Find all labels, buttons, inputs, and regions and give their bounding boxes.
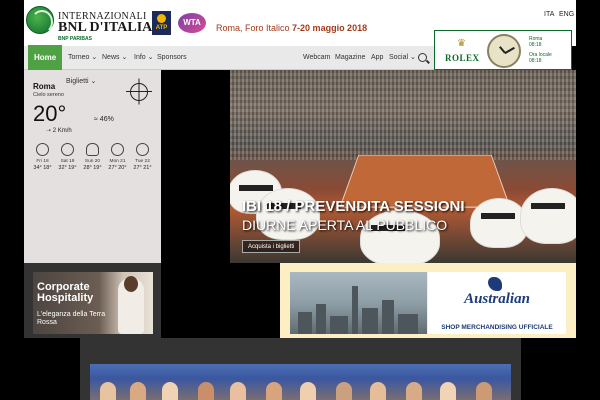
person-shape	[336, 382, 352, 400]
forecast-temps: 28° 19°	[83, 165, 102, 171]
person-shape	[370, 382, 386, 400]
building-shape	[316, 304, 326, 334]
forecast-day: Tue 22 27° 21°	[130, 143, 155, 171]
wind-value: 2 Km/h	[52, 128, 72, 134]
building-shape	[398, 314, 418, 334]
crowd-image	[230, 70, 576, 160]
forecast-temps: 32° 19°	[58, 165, 77, 171]
forecast-day-label: Mon 21	[109, 159, 126, 164]
clock-icon	[487, 34, 521, 68]
shop-brand: Australian	[464, 291, 530, 307]
chevron-down-icon: ⌄	[90, 78, 97, 85]
person-shape	[100, 382, 116, 400]
sun-icon	[136, 143, 149, 156]
tennis-ball-logo-icon[interactable]	[26, 6, 54, 34]
hospitality-banner[interactable]: Corporate Hospitality L'eleganza della T…	[33, 272, 153, 334]
weather-city: Roma	[33, 82, 56, 91]
rolex-brand: ROLEX	[445, 53, 480, 63]
woman-image	[118, 276, 144, 334]
crown-icon: ♛	[457, 38, 466, 49]
wind-icon: ➝	[46, 128, 52, 134]
sun-icon	[126, 83, 152, 101]
tickets-dropdown[interactable]: Biglietti ⌄	[66, 77, 96, 85]
forecast-day: Mon 21 27° 20°	[105, 143, 130, 171]
forecast-temps: 34° 18°	[33, 165, 52, 171]
forecast-day-label: Tue 22	[135, 159, 150, 164]
tz1-time: 08:18	[529, 42, 542, 48]
humidity-icon: ≈	[94, 116, 98, 123]
cloud-icon	[86, 143, 99, 156]
logo-line2[interactable]: BNL D'ITALIA	[58, 20, 152, 36]
atp-logo[interactable]: ATP	[152, 11, 171, 35]
person-shape	[406, 382, 422, 400]
australian-shop-banner[interactable]: Australian SHOP MERCHANDISING UFFICIALE	[428, 272, 566, 334]
weather-humidity: ≈ 46%	[94, 116, 114, 123]
forecast-temps: 27° 20°	[108, 165, 127, 171]
search-icon[interactable]	[418, 53, 427, 62]
hospitality-title[interactable]: Corporate Hospitality	[37, 282, 117, 304]
person-shape	[130, 382, 146, 400]
event-info: Roma, Foro Italico 7-20 maggio 2018	[216, 23, 367, 33]
forecast-day-label: Sun 20	[84, 159, 101, 164]
sun-icon	[61, 143, 74, 156]
person-shape	[230, 382, 246, 400]
weather-temperature: 20°	[33, 101, 67, 126]
tz2-time: 08:18	[529, 58, 542, 64]
rolex-clock-widget[interactable]: ♛ ROLEX Roma 08:18 Ora locale 08:18	[434, 30, 572, 70]
nav-info[interactable]: Info ⌄	[134, 46, 154, 70]
crowd-photo[interactable]	[90, 364, 511, 400]
tickets-label: Biglietti	[66, 78, 89, 85]
person-shape	[440, 382, 456, 400]
main-nav: Home Torneo ⌄ News ⌄ Info ⌄ Sponsors Web…	[24, 45, 434, 70]
nav-sponsors[interactable]: Sponsors	[157, 46, 187, 70]
wta-logo[interactable]: WTA	[178, 13, 206, 33]
building-shape	[352, 286, 358, 334]
building-shape	[330, 316, 348, 334]
building-shape	[362, 308, 378, 334]
hospitality-subtitle[interactable]: L'eleganza della Terra Rossa	[37, 311, 117, 327]
forecast-temps: 27° 21°	[133, 165, 152, 171]
nav-social[interactable]: Social ⌄	[389, 46, 416, 70]
hero-title[interactable]: IBI 18 / PREVENDITA SESSIONI	[242, 198, 465, 215]
nav-webcam[interactable]: Webcam	[303, 46, 331, 70]
nav-news[interactable]: News ⌄	[102, 46, 127, 70]
nav-home[interactable]: Home	[28, 45, 63, 70]
weather-wind: ➝ 2 Km/h	[46, 127, 72, 134]
sun-icon	[36, 143, 49, 156]
shop-label[interactable]: SHOP MERCHANDISING UFFICIALE	[428, 324, 566, 331]
hat-image	[520, 188, 576, 244]
hero-banner[interactable]: IBI 18 / PREVENDITA SESSIONI DIURNE APER…	[230, 70, 576, 263]
forecast-day-label: Sat 19	[60, 159, 75, 164]
building-shape	[298, 312, 312, 334]
weather-description: Cielo sereno	[33, 92, 64, 98]
nav-torneo[interactable]: Torneo ⌄	[68, 46, 97, 70]
building-shape	[382, 300, 394, 334]
forecast-day: Sat 19 32° 19°	[55, 143, 80, 171]
logo-sponsor: BNP PARIBAS	[58, 36, 92, 42]
forecast-day-label: Fri 18	[36, 159, 49, 164]
person-shape	[476, 382, 492, 400]
weather-widget: Roma Cielo sereno 20° ≈ 46% ➝ 2 Km/h Fri…	[24, 70, 161, 263]
person-shape	[300, 382, 316, 400]
event-dates: 7-20 maggio 2018	[292, 23, 368, 33]
nav-magazine[interactable]: Magazine	[335, 46, 365, 70]
nav-app[interactable]: App	[371, 46, 383, 70]
sun-icon	[111, 143, 124, 156]
city-skyline-image[interactable]	[290, 272, 427, 334]
buy-tickets-button[interactable]: Acquista i biglietti	[242, 240, 301, 253]
forecast-day: Sun 20 28° 19°	[80, 143, 105, 171]
event-venue: , Foro Italico	[240, 23, 293, 33]
lang-ita[interactable]: ITA	[544, 11, 554, 18]
person-shape	[266, 382, 282, 400]
humidity-value: 46%	[99, 116, 114, 123]
person-shape	[198, 382, 214, 400]
kangaroo-icon	[488, 277, 502, 291]
person-shape	[162, 382, 178, 400]
lang-eng[interactable]: ENG	[559, 11, 574, 18]
hero-subtitle[interactable]: DIURNE APERTA AL PUBBLICO	[242, 217, 447, 233]
forecast-day: Fri 18 34° 18°	[30, 143, 55, 171]
event-city: Roma	[216, 23, 241, 33]
